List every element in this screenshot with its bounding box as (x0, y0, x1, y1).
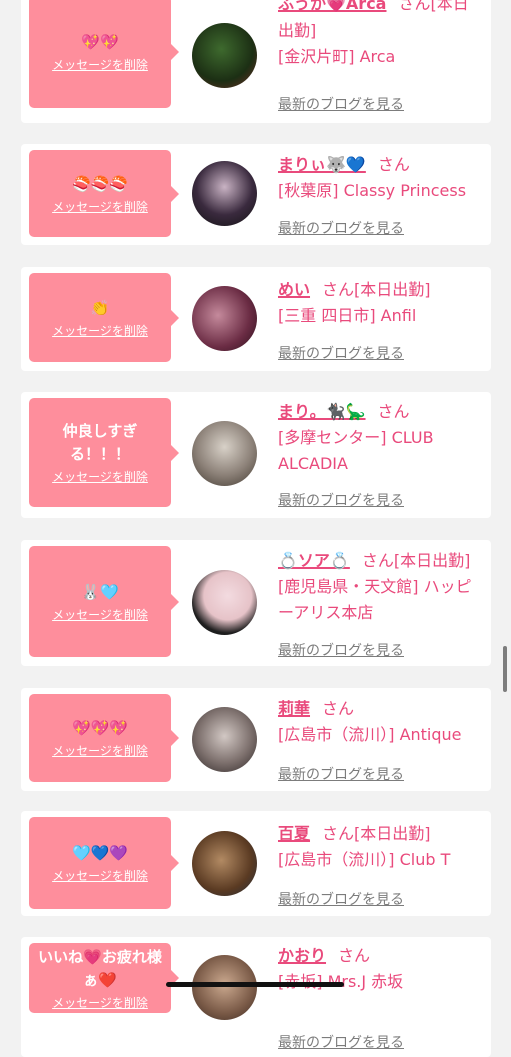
delete-message-link[interactable]: メッセージを削除 (52, 468, 148, 485)
latest-blog-link[interactable]: 最新のブログを見る (278, 218, 404, 238)
message-card: 🍣🍣🍣 メッセージを削除 まりぃ🐺💙 さん [秋葉原] Classy Prince… (21, 144, 491, 245)
avatar[interactable] (192, 23, 257, 88)
latest-blog-link[interactable]: 最新のブログを見る (278, 94, 404, 114)
latest-blog-link[interactable]: 最新のブログを見る (278, 889, 404, 909)
attendance-status: [本日出勤] (354, 280, 431, 299)
san-suffix: さん (377, 402, 410, 421)
message-bubble: いいね💗お疲れ様ぁ❤️ メッセージを削除 (29, 943, 179, 1013)
scrollbar[interactable] (503, 646, 507, 692)
latest-blog-link[interactable]: 最新のブログを見る (278, 343, 404, 363)
message-text: 仲良しすぎる！！！ (62, 422, 138, 463)
delete-message-link[interactable]: メッセージを削除 (52, 56, 148, 73)
girl-name-link[interactable]: 💍ソア💍 (278, 551, 350, 570)
girl-info: まりぃ🐺💙 さん [秋葉原] Classy Princess (278, 151, 484, 204)
message-card: 💖💖 メッセージを削除 ふうか💗Arca さん[本日出勤] [金沢片町] Arca… (21, 0, 491, 123)
girl-name-link[interactable]: 莉華 (278, 699, 310, 718)
message-card: 🩵💙💜 メッセージを削除 百夏 さん[本日出勤] [広島市（流川）] Club T… (21, 811, 491, 916)
san-suffix: さん (322, 824, 355, 843)
message-text: いいね💗お疲れ様ぁ❤️ (38, 947, 162, 989)
message-bubble: 🐰🩵 メッセージを削除 (29, 546, 179, 657)
delete-message-link[interactable]: メッセージを削除 (52, 867, 148, 884)
latest-blog-link[interactable]: 最新のブログを見る (278, 640, 404, 660)
home-indicator[interactable] (166, 982, 344, 987)
message-bubble: 💖💖 メッセージを削除 (29, 0, 179, 108)
delete-message-link[interactable]: メッセージを削除 (52, 322, 148, 339)
message-bubble: 💖💖💖 メッセージを削除 (29, 694, 179, 782)
message-card: 👏 メッセージを削除 めい さん[本日出勤] [三重 四日市] Anfil 最新の… (21, 267, 491, 371)
message-text: 💖💖 (81, 33, 119, 51)
message-card: 💖💖💖 メッセージを削除 莉華 さん [広島市（流川）] Antique 最新のブ… (21, 688, 491, 791)
message-card: いいね💗お疲れ様ぁ❤️ メッセージを削除 かおりさん [赤坂] Mrs.J 赤坂… (21, 937, 491, 1057)
girl-info: 💍ソア💍 さん[本日出勤] [鹿児島県・天文館] ハッピーアリス本店 (278, 547, 484, 626)
message-text: 👏 (90, 298, 110, 317)
san-suffix: さん (338, 946, 371, 965)
attendance-status: [本日出勤] (354, 824, 431, 843)
message-text: 🐰🩵 (81, 582, 119, 601)
girl-name-link[interactable]: かおり (278, 946, 326, 965)
avatar[interactable] (192, 707, 257, 772)
san-suffix: さん (322, 280, 355, 299)
girl-name-link[interactable]: めい (278, 280, 310, 299)
latest-blog-link[interactable]: 最新のブログを見る (278, 764, 404, 784)
avatar[interactable] (192, 161, 257, 226)
delete-message-link[interactable]: メッセージを削除 (52, 198, 148, 215)
message-card: 仲良しすぎる！！！ メッセージを削除 まり。🐈‍⬛🦕 さん [多摩センター] CL… (21, 392, 491, 518)
san-suffix: さん (398, 0, 431, 13)
shop-info: [秋葉原] Classy Princess (278, 181, 467, 200)
girl-info: まり。🐈‍⬛🦕 さん [多摩センター] CLUB ALCADIA (278, 398, 484, 477)
attendance-status: [本日出勤] (393, 551, 471, 570)
message-bubble: 仲良しすぎる！！！ メッセージを削除 (29, 398, 179, 507)
girl-name-link[interactable]: 百夏 (278, 824, 310, 843)
san-suffix: さん (361, 551, 394, 570)
girl-name-link[interactable]: まり。🐈‍⬛🦕 (278, 402, 366, 421)
avatar[interactable] (192, 421, 257, 486)
girl-name-link[interactable]: まりぃ🐺💙 (278, 155, 366, 174)
avatar[interactable] (192, 286, 257, 351)
shop-info: [広島市（流川）] Antique (278, 725, 462, 744)
san-suffix: さん (322, 699, 355, 718)
shop-info: [多摩センター] CLUB ALCADIA (278, 428, 434, 473)
message-text: 🍣🍣🍣 (71, 174, 129, 193)
shop-info: [金沢片町] Arca (278, 47, 396, 66)
girl-info: ふうか💗Arca さん[本日出勤] [金沢片町] Arca (278, 0, 484, 70)
avatar[interactable] (192, 831, 257, 896)
girl-info: めい さん[本日出勤] [三重 四日市] Anfil (278, 276, 484, 329)
message-card: 🐰🩵 メッセージを削除 💍ソア💍 さん[本日出勤] [鹿児島県・天文館] ハッピー… (21, 540, 491, 666)
delete-message-link[interactable]: メッセージを削除 (52, 742, 148, 759)
message-text: 💖💖💖 (71, 719, 129, 737)
san-suffix: さん (377, 155, 410, 174)
shop-info: [広島市（流川）] Club T (278, 850, 451, 869)
shop-info: [鹿児島県・天文館] ハッピーアリス本店 (278, 577, 472, 622)
avatar[interactable] (192, 570, 257, 635)
message-bubble: 👏 メッセージを削除 (29, 273, 179, 362)
shop-info: [三重 四日市] Anfil (278, 306, 417, 325)
girl-name-link[interactable]: ふうか💗Arca (278, 0, 386, 13)
message-text: 🩵💙💜 (71, 844, 129, 862)
girl-info: 莉華 さん [広島市（流川）] Antique (278, 695, 484, 748)
latest-blog-link[interactable]: 最新のブログを見る (278, 490, 404, 510)
girl-info: 百夏 さん[本日出勤] [広島市（流川）] Club T (278, 820, 484, 873)
girl-info: かおりさん [赤坂] Mrs.J 赤坂 (278, 942, 484, 995)
avatar[interactable] (192, 955, 257, 1020)
delete-message-link[interactable]: メッセージを削除 (52, 994, 148, 1011)
message-bubble: 🩵💙💜 メッセージを削除 (29, 817, 179, 909)
delete-message-link[interactable]: メッセージを削除 (52, 606, 148, 623)
latest-blog-link[interactable]: 最新のブログを見る (278, 1032, 404, 1052)
message-bubble: 🍣🍣🍣 メッセージを削除 (29, 150, 179, 237)
